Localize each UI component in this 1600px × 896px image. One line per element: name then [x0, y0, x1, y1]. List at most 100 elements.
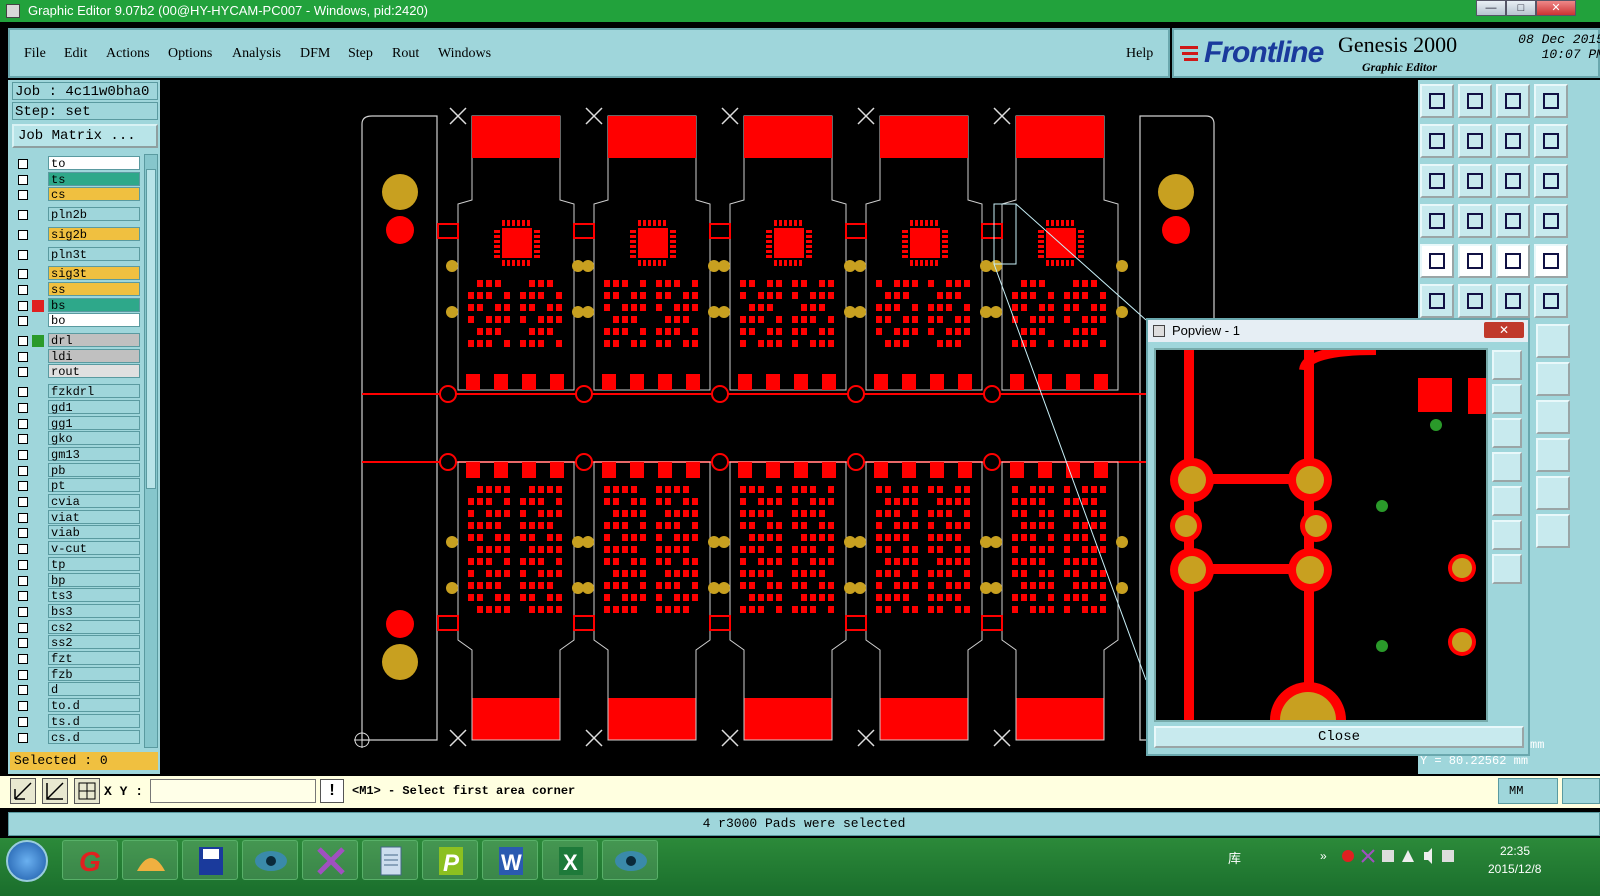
layer-affected-marker[interactable]	[32, 512, 44, 524]
layer-checkbox[interactable]	[18, 732, 28, 743]
layout-icon[interactable]	[1420, 84, 1454, 118]
frame-icon[interactable]	[1534, 84, 1568, 118]
layer-row-fzkdrl[interactable]: fzkdrl	[12, 384, 142, 399]
excel-icon[interactable]: X	[542, 840, 598, 880]
layer-affected-marker[interactable]	[32, 189, 44, 201]
center-icon[interactable]	[1458, 164, 1492, 198]
layer-name[interactable]: to	[48, 156, 140, 171]
measure-icon[interactable]	[42, 778, 68, 804]
layer-name[interactable]: ss	[48, 281, 140, 297]
layer-name[interactable]: tp	[48, 556, 140, 572]
layer-name[interactable]: ts	[48, 171, 140, 187]
menu-windows[interactable]: Windows	[438, 46, 491, 62]
layer-scrollbar[interactable]	[144, 154, 158, 748]
layer-name[interactable]: d	[48, 682, 140, 697]
layer-name[interactable]: fzt	[48, 651, 140, 666]
layer-row-cs2[interactable]: cs2	[12, 619, 142, 635]
layer-checkbox[interactable]	[18, 300, 28, 311]
layer-checkbox[interactable]	[18, 434, 28, 445]
menu-help[interactable]: Help	[1126, 46, 1153, 62]
edit-icon[interactable]	[1458, 244, 1492, 278]
layer-affected-marker[interactable]	[32, 575, 44, 587]
layer-affected-marker[interactable]	[32, 653, 44, 665]
layer-affected-marker[interactable]	[32, 622, 44, 634]
layer-row-drl[interactable]: drl	[12, 333, 142, 348]
units-selector[interactable]: MM	[1498, 778, 1558, 804]
layer-affected-marker[interactable]	[32, 527, 44, 539]
camera2-icon[interactable]	[602, 840, 658, 880]
select-icon[interactable]	[1420, 244, 1454, 278]
layer-checkbox[interactable]	[18, 559, 28, 570]
swap-icon[interactable]	[1496, 124, 1530, 158]
layer-checkbox[interactable]	[18, 622, 28, 633]
notepad-icon[interactable]	[362, 840, 418, 880]
layer-checkbox[interactable]	[18, 402, 28, 413]
layer-name[interactable]: pb	[48, 462, 140, 478]
camera-icon[interactable]	[242, 840, 298, 880]
menu-options[interactable]: Options	[168, 46, 212, 62]
popview-close-x[interactable]: ✕	[1484, 322, 1524, 338]
left-icon[interactable]	[1420, 124, 1454, 158]
pan-left-icon[interactable]	[1492, 452, 1522, 482]
layer-checkbox[interactable]	[18, 512, 28, 523]
seashell-icon[interactable]	[122, 840, 178, 880]
grid-icon[interactable]	[74, 778, 100, 804]
layer-row-ss2[interactable]: ss2	[12, 635, 142, 650]
layer-affected-marker[interactable]	[32, 402, 44, 414]
zoom-home-icon[interactable]	[1492, 350, 1522, 380]
pin-icon[interactable]	[1534, 244, 1568, 278]
layer-name[interactable]: gm13	[48, 446, 140, 462]
s-shape-icon[interactable]	[1534, 124, 1568, 158]
layer-row-sig2b[interactable]: sig2b	[12, 226, 142, 242]
layer-affected-marker[interactable]	[32, 418, 44, 430]
layer-affected-marker[interactable]	[32, 465, 44, 477]
cross-icon[interactable]	[1458, 284, 1492, 318]
layer-affected-marker[interactable]	[32, 209, 44, 221]
layer-name[interactable]: bp	[48, 572, 140, 588]
layer-row-bs[interactable]: bs	[12, 297, 142, 313]
menu-edit[interactable]: Edit	[64, 46, 87, 62]
layer-name[interactable]: rout	[48, 364, 140, 379]
layer-name[interactable]: bo	[48, 313, 140, 328]
layer-checkbox[interactable]	[18, 544, 28, 555]
minimize-button[interactable]: —	[1476, 0, 1506, 16]
pan-down-icon[interactable]	[1492, 418, 1522, 448]
layer-checkbox[interactable]	[18, 351, 28, 362]
layer-row-bs3[interactable]: bs3	[12, 603, 142, 619]
layer-affected-marker[interactable]	[32, 229, 44, 241]
measure-icon[interactable]	[1496, 244, 1530, 278]
route-icon[interactable]	[1496, 284, 1530, 318]
job-matrix-button[interactable]: Job Matrix ...	[12, 124, 158, 148]
layer-name[interactable]: sig3t	[48, 266, 140, 281]
layer-name[interactable]: bs	[48, 297, 140, 313]
menu-step[interactable]: Step	[348, 46, 373, 62]
layer-row-ldi[interactable]: ldi	[12, 348, 142, 364]
layer-name[interactable]: cs.d	[48, 729, 140, 745]
layer-checkbox[interactable]	[18, 701, 28, 712]
layer-row-pln2b[interactable]: pln2b	[12, 207, 142, 222]
layer-checkbox[interactable]	[18, 159, 28, 169]
pad-icon[interactable]	[1458, 204, 1492, 238]
xy-input[interactable]	[150, 779, 316, 803]
fit-icon[interactable]	[1420, 164, 1454, 198]
layer-row-bp[interactable]: bp	[12, 572, 142, 588]
layer-checkbox[interactable]	[18, 229, 28, 240]
layer-checkbox[interactable]	[18, 481, 28, 492]
layer-row-pt[interactable]: pt	[12, 478, 142, 493]
layer-name[interactable]: pln3t	[48, 246, 140, 262]
layer-checkbox[interactable]	[18, 174, 28, 185]
layer-name[interactable]: cs	[48, 187, 140, 202]
layer-row-viab[interactable]: viab	[12, 525, 142, 540]
layer-checkbox[interactable]	[18, 316, 28, 327]
layers-icon[interactable]	[1536, 362, 1570, 396]
layer-name[interactable]: gko	[48, 431, 140, 446]
start-orb-icon[interactable]	[6, 840, 48, 882]
grid2-icon[interactable]	[1536, 476, 1570, 510]
layer-row-v-cut[interactable]: v-cut	[12, 541, 142, 556]
layer-checkbox[interactable]	[18, 387, 28, 398]
layer-row-fzb[interactable]: fzb	[12, 666, 142, 682]
layer-name[interactable]: fzb	[48, 666, 140, 682]
layer-row-gm13[interactable]: gm13	[12, 446, 142, 462]
layer-affected-marker[interactable]	[32, 284, 44, 296]
close-window-button[interactable]: ✕	[1536, 0, 1576, 16]
